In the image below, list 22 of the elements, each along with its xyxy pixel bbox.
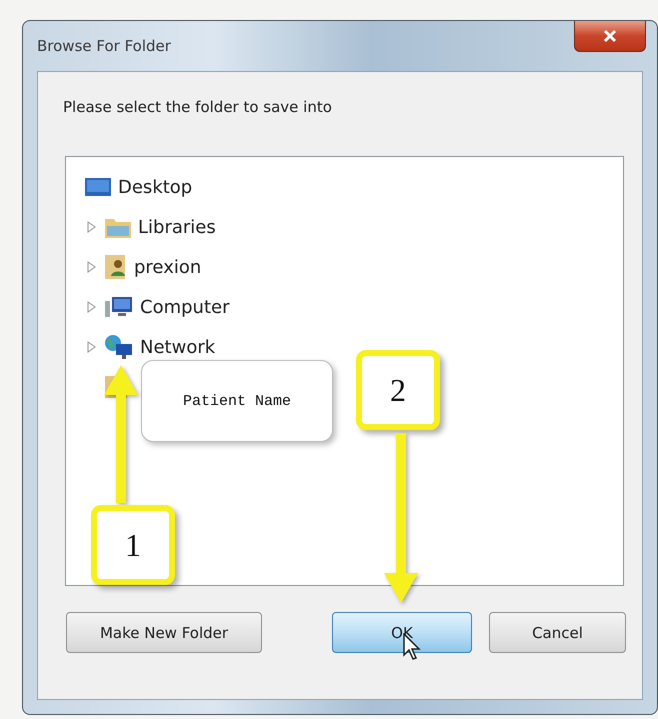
tree-item[interactable]: Desktop	[118, 176, 192, 198]
close-button[interactable]	[574, 21, 646, 52]
tree-item[interactable]: prexion	[134, 256, 202, 278]
expand-arrow-icon[interactable]	[86, 220, 98, 234]
dialog-button[interactable]: Cancel	[489, 612, 626, 653]
computer-icon	[104, 295, 134, 319]
expand-arrow-icon[interactable]	[86, 300, 98, 314]
network-icon	[104, 334, 134, 360]
close-icon	[602, 29, 618, 43]
dialog-button[interactable]: Make New Folder	[66, 612, 262, 653]
window-title: Browse For Folder	[37, 37, 171, 55]
desktop-icon	[84, 176, 112, 198]
tree-item[interactable]: Network	[140, 336, 216, 358]
expand-arrow-icon[interactable]	[86, 340, 98, 354]
step-number: 1	[91, 505, 175, 585]
tree-item[interactable]: Computer	[140, 296, 230, 318]
step-number: 2	[356, 350, 440, 430]
expand-arrow-icon[interactable]	[86, 260, 98, 274]
callout-label: Patient Name	[141, 360, 333, 442]
user-folder-icon	[104, 254, 128, 280]
instruction-text: Please select the folder to save into	[62, 97, 333, 118]
tree-item[interactable]: Libraries	[138, 216, 216, 238]
